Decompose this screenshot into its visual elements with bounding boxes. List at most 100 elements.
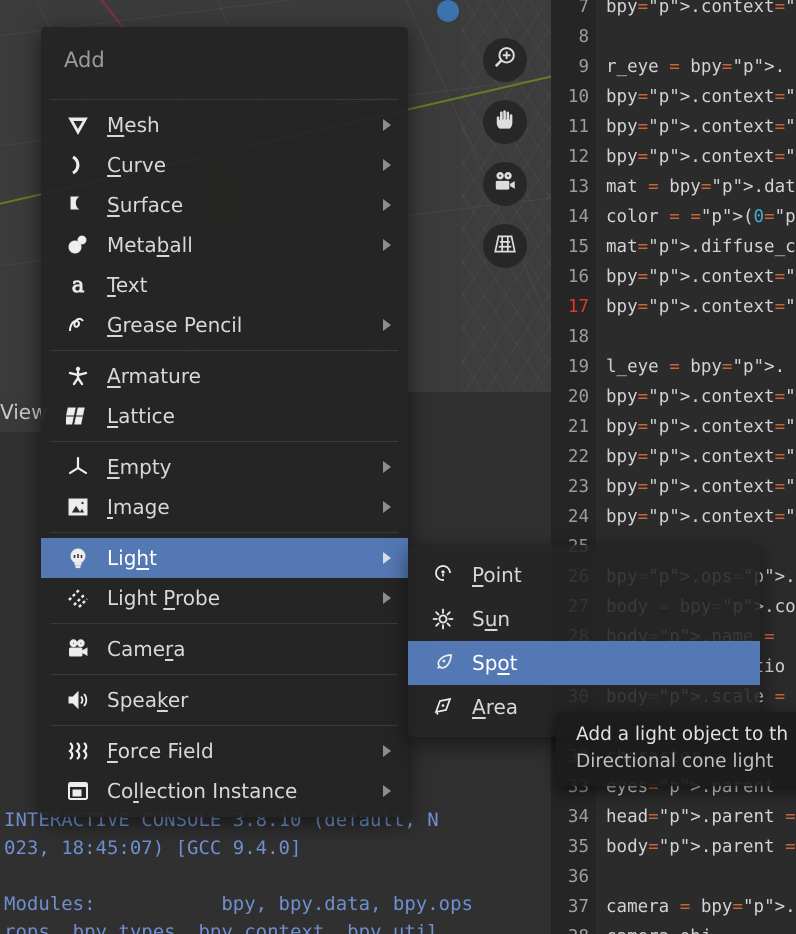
chevron-right-icon: [383, 159, 391, 171]
code-text: bpy="p">.context="p">.: [606, 417, 796, 437]
code-line[interactable]: 21 bpy="p">.context="p">.: [551, 412, 796, 442]
code-line[interactable]: 22 bpy="p">.context="p">.: [551, 442, 796, 472]
chevron-right-icon: [383, 552, 391, 564]
menu-item-spot[interactable]: Spot: [408, 641, 760, 685]
image-icon: [63, 494, 93, 520]
text-a-icon: a: [63, 272, 93, 298]
code-line[interactable]: 9 r_eye = bpy="p">.: [551, 52, 796, 82]
empty-axes-icon: [63, 454, 93, 480]
menu-item-empty[interactable]: Empty: [41, 447, 408, 487]
line-number: 23: [567, 477, 589, 497]
menu-item-label: Point: [472, 563, 522, 587]
chevron-right-icon: [383, 461, 391, 473]
code-text: mat="p">.diffuse_c: [606, 237, 796, 257]
menu-item-sun[interactable]: Sun: [408, 597, 760, 641]
menu-separator: [51, 623, 398, 624]
code-text: bpy="p">.context="p">.: [606, 87, 796, 107]
lattice-icon: [63, 403, 93, 429]
code-line[interactable]: 36: [551, 862, 796, 892]
menu-item-label: Surface: [107, 193, 184, 217]
viewport-zoom-button[interactable]: [483, 38, 527, 82]
code-line[interactable]: 15 mat="p">.diffuse_c: [551, 232, 796, 262]
menu-item-label: Force Field: [107, 739, 214, 763]
code-line[interactable]: 8: [551, 22, 796, 52]
menu-item-armature[interactable]: Armature: [41, 356, 408, 396]
menu-item-point[interactable]: Point: [408, 553, 760, 597]
add-menu[interactable]: Add Mesh Curve Surface Metaball a Text Grease …: [41, 27, 408, 817]
menu-item-light-probe[interactable]: Light Probe: [41, 578, 408, 618]
viewport-camera-button[interactable]: [483, 162, 527, 206]
menu-item-text[interactable]: a Text: [41, 265, 408, 305]
menu-item-label: Grease Pencil: [107, 313, 243, 337]
code-line[interactable]: 12 bpy="p">.context="p">.: [551, 142, 796, 172]
chevron-right-icon: [383, 319, 391, 331]
code-line[interactable]: 16 bpy="p">.context="p">.: [551, 262, 796, 292]
menu-separator: [51, 725, 398, 726]
console-line: 023, 18:45:07) [GCC 9.4.0]: [4, 837, 302, 859]
light-submenu[interactable]: Point Sun Spot Area: [408, 545, 760, 737]
code-line[interactable]: 17 bpy="p">.context="p">.: [551, 292, 796, 322]
mesh-cone-icon: [63, 112, 93, 138]
line-number: 19: [567, 357, 589, 377]
code-line[interactable]: 11 bpy="p">.context="p">.: [551, 112, 796, 142]
menu-item-collection-instance[interactable]: Collection Instance: [41, 771, 408, 811]
viewport-projection-button[interactable]: [483, 224, 527, 268]
code-line[interactable]: 24 bpy="p">.context="p">.: [551, 502, 796, 532]
chevron-right-icon: [383, 785, 391, 797]
camera-icon: [492, 169, 518, 199]
code-line[interactable]: 34 head="p">.parent =: [551, 802, 796, 832]
orthographic-grid-icon: [492, 231, 518, 261]
light-point-icon: [428, 562, 458, 588]
code-text: bpy="p">.context="p">.: [606, 297, 796, 317]
menu-item-label: Empty: [107, 455, 172, 479]
code-text: head="p">.parent =: [606, 807, 796, 827]
menu-item-light[interactable]: Light: [41, 538, 408, 578]
nav-gizmo-z-axis-ball[interactable]: [437, 0, 459, 22]
menu-item-label: Light: [107, 546, 157, 570]
code-line[interactable]: 20 bpy="p">.context="p">.: [551, 382, 796, 412]
line-number: 16: [567, 267, 589, 287]
menu-item-label: Metaball: [107, 233, 193, 257]
menu-item-curve[interactable]: Curve: [41, 145, 408, 185]
code-line[interactable]: 37 camera = bpy="p">.: [551, 892, 796, 922]
tooltip-line-1: Add a light object to th: [576, 724, 789, 745]
viewport-pan-button[interactable]: [483, 100, 527, 144]
light-area-icon: [428, 694, 458, 720]
line-number: 8: [578, 27, 589, 47]
menu-item-force-field[interactable]: Force Field: [41, 731, 408, 771]
code-line[interactable]: 19 l_eye = bpy="p">.: [551, 352, 796, 382]
code-line[interactable]: 10 bpy="p">.context="p">.: [551, 82, 796, 112]
light-probe-icon: [63, 585, 93, 611]
svg-text:a: a: [72, 273, 85, 297]
menu-item-metaball[interactable]: Metaball: [41, 225, 408, 265]
text-editor-panel[interactable]: 7 bpy="p">.context="p">. 8 9 r_eye = bpy="p"…: [551, 0, 796, 934]
menu-item-camera[interactable]: Camera: [41, 629, 408, 669]
light-sun-icon: [428, 606, 458, 632]
line-number: 20: [567, 387, 589, 407]
chevron-right-icon: [383, 199, 391, 211]
code-line[interactable]: 7 bpy="p">.context="p">.: [551, 0, 796, 22]
menu-item-label: Camera: [107, 637, 186, 661]
code-text: r_eye = bpy="p">.: [606, 57, 786, 77]
code-text: bpy="p">.context="p">.: [606, 447, 796, 467]
menu-item-speaker[interactable]: Speaker: [41, 680, 408, 720]
code-line[interactable]: 14 color = ="p">(0="p">, 0: [551, 202, 796, 232]
code-line[interactable]: 35 body="p">.parent =: [551, 832, 796, 862]
code-line[interactable]: 23 bpy="p">.context="p">.: [551, 472, 796, 502]
code-text: bpy="p">.context="p">.: [606, 147, 796, 167]
menu-item-image[interactable]: Image: [41, 487, 408, 527]
code-line[interactable]: 18: [551, 322, 796, 352]
menu-item-mesh[interactable]: Mesh: [41, 105, 408, 145]
code-text: color = ="p">(0="p">, 0: [606, 207, 796, 227]
code-line[interactable]: 13 mat = bpy="p">.dat: [551, 172, 796, 202]
menu-item-surface[interactable]: Surface: [41, 185, 408, 225]
line-number: 12: [567, 147, 589, 167]
menu-item-grease-pencil[interactable]: Grease Pencil: [41, 305, 408, 345]
chevron-right-icon: [383, 745, 391, 757]
menu-item-label: Armature: [107, 364, 201, 388]
code-line[interactable]: 38camera_obj =: [551, 922, 796, 934]
code-text: body="p">.parent =: [606, 837, 796, 857]
light-spot-icon: [428, 650, 458, 676]
menu-item-lattice[interactable]: Lattice: [41, 396, 408, 436]
